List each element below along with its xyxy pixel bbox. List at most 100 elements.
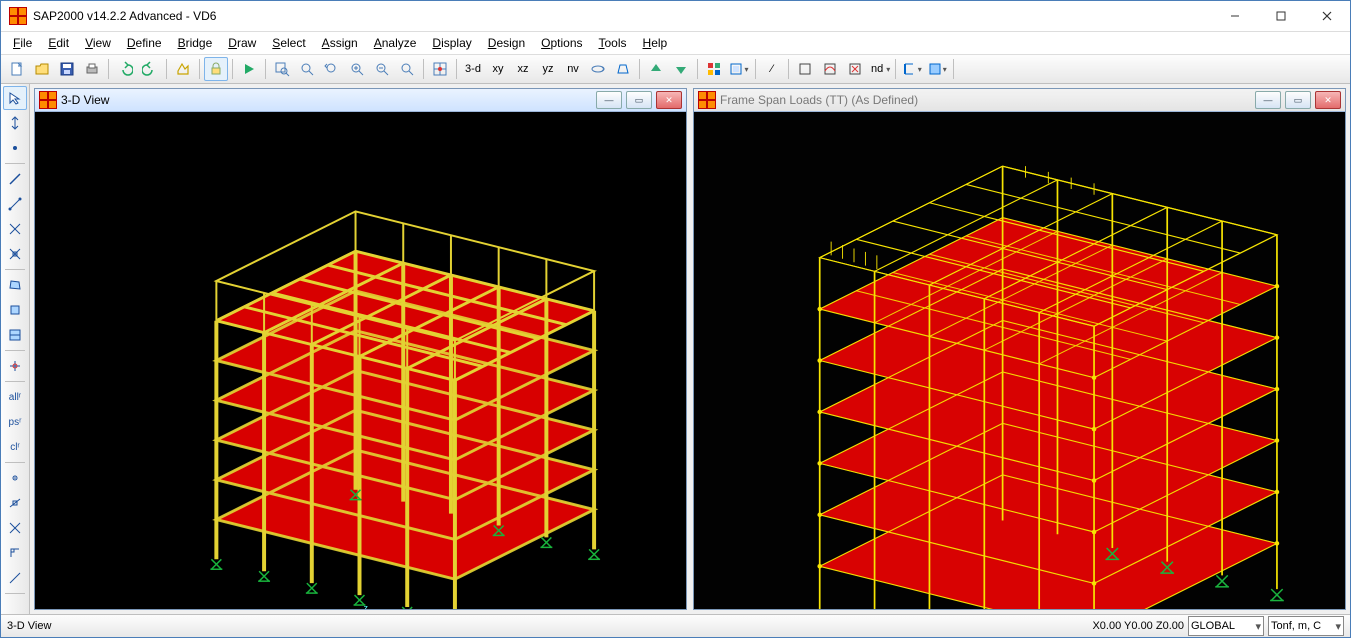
- pane-span-loads-header[interactable]: Frame Span Loads (TT) (As Defined) — ▭ ✕: [694, 89, 1345, 112]
- menu-design[interactable]: Design: [480, 34, 533, 52]
- draw-frame-tool[interactable]: [3, 167, 27, 191]
- view-yz-button[interactable]: yz: [536, 57, 560, 81]
- menu-define[interactable]: Define: [119, 34, 170, 52]
- pane-3d-view: 3-D View — ▭ ✕: [34, 88, 687, 610]
- svg-text:z: z: [363, 603, 368, 609]
- menu-bridge[interactable]: Bridge: [170, 34, 221, 52]
- draw-special-joint-tool[interactable]: [3, 136, 27, 160]
- model-3d-render: x y z: [35, 112, 686, 609]
- application-window: SAP2000 v14.2.2 Advanced - VD6 File Edit…: [0, 0, 1351, 638]
- status-coordinates: X0.00 Y0.00 Z0.00: [1092, 620, 1184, 632]
- menu-assign[interactable]: Assign: [314, 34, 366, 52]
- undo-button[interactable]: [113, 57, 137, 81]
- section-cut-dropdown[interactable]: [900, 57, 924, 81]
- snap-perpendicular-button[interactable]: [3, 541, 27, 565]
- move-up-button[interactable]: [644, 57, 668, 81]
- pane-3d-view-title: 3-D View: [61, 93, 109, 107]
- menu-display[interactable]: Display: [424, 34, 479, 52]
- menu-file[interactable]: File: [5, 34, 40, 52]
- work-area: allʳ psʳ clʳ 3-D View — ▭ ✕: [1, 84, 1350, 614]
- view-xz-button[interactable]: xz: [511, 57, 535, 81]
- units-dropdown[interactable]: Tonf, m, C: [1268, 616, 1344, 636]
- element-shrink-button[interactable]: [702, 57, 726, 81]
- named-view-dropdown[interactable]: nd: [868, 57, 891, 81]
- coord-system-dropdown[interactable]: GLOBAL: [1188, 616, 1264, 636]
- pane-minimize-button[interactable]: —: [1255, 91, 1281, 109]
- menu-tools[interactable]: Tools: [591, 34, 635, 52]
- draw-toolbar: allʳ psʳ clʳ: [1, 84, 30, 614]
- pane-icon: [698, 91, 716, 109]
- previous-selection-button[interactable]: psʳ: [3, 410, 27, 434]
- menubar: File Edit View Define Bridge Draw Select…: [1, 32, 1350, 55]
- snap-line-button[interactable]: [3, 566, 27, 590]
- app-icon: [9, 7, 27, 25]
- pane-minimize-button[interactable]: —: [596, 91, 622, 109]
- viewport-span-loads[interactable]: [694, 112, 1345, 609]
- snap-point-button[interactable]: [3, 466, 27, 490]
- menu-options[interactable]: Options: [533, 34, 590, 52]
- run-analysis-button[interactable]: [237, 57, 261, 81]
- snap-intersection-button[interactable]: [3, 516, 27, 540]
- zoom-full-button[interactable]: [295, 57, 319, 81]
- new-file-button[interactable]: [5, 57, 29, 81]
- quick-draw-secondary-beam-tool[interactable]: [3, 242, 27, 266]
- show-moment-button[interactable]: [818, 57, 842, 81]
- zoom-previous-button[interactable]: [320, 57, 344, 81]
- assign-display-dropdown[interactable]: [925, 57, 949, 81]
- draw-rect-area-tool[interactable]: [3, 298, 27, 322]
- reshape-tool[interactable]: [3, 111, 27, 135]
- window-minimize-button[interactable]: [1212, 1, 1258, 31]
- main-toolbar: 3-d xy xz yz nv ⁄ nd: [1, 55, 1350, 84]
- rotate-3d-button[interactable]: [586, 57, 610, 81]
- menu-help[interactable]: Help: [635, 34, 676, 52]
- menu-draw[interactable]: Draw: [220, 34, 264, 52]
- menu-view[interactable]: View: [77, 34, 119, 52]
- select-all-button[interactable]: allʳ: [3, 385, 27, 409]
- pane-close-button[interactable]: ✕: [656, 91, 682, 109]
- lock-model-button[interactable]: [204, 57, 228, 81]
- menu-analyze[interactable]: Analyze: [366, 34, 425, 52]
- snap-tool[interactable]: [3, 354, 27, 378]
- refresh-view-button[interactable]: [171, 57, 195, 81]
- view-3d-button[interactable]: 3-d: [461, 57, 485, 81]
- quick-draw-area-tool[interactable]: [3, 323, 27, 347]
- zoom-out-button[interactable]: [370, 57, 394, 81]
- object-shrink-dropdown[interactable]: [727, 57, 751, 81]
- save-button[interactable]: [55, 57, 79, 81]
- zoom-in-button[interactable]: [345, 57, 369, 81]
- loads-render: [694, 112, 1345, 609]
- menu-select[interactable]: Select: [264, 34, 313, 52]
- clear-selection-button[interactable]: clʳ: [3, 435, 27, 459]
- pane-maximize-button[interactable]: ▭: [1285, 91, 1311, 109]
- titlebar: SAP2000 v14.2.2 Advanced - VD6: [1, 1, 1350, 32]
- pane-icon: [39, 91, 57, 109]
- show-shear-button[interactable]: [843, 57, 867, 81]
- pane-span-loads-title: Frame Span Loads (TT) (As Defined): [720, 93, 918, 107]
- fraction-display-button[interactable]: ⁄: [760, 57, 784, 81]
- pane-maximize-button[interactable]: ▭: [626, 91, 652, 109]
- perspective-button[interactable]: [611, 57, 635, 81]
- view-nv-button[interactable]: nv: [561, 57, 585, 81]
- window-maximize-button[interactable]: [1258, 1, 1304, 31]
- viewport-3d[interactable]: x y z: [35, 112, 686, 609]
- pointer-tool[interactable]: [3, 86, 27, 110]
- status-left-text: 3-D View: [7, 620, 51, 632]
- print-button[interactable]: [80, 57, 104, 81]
- redo-button[interactable]: [138, 57, 162, 81]
- show-frame-button[interactable]: [793, 57, 817, 81]
- draw-poly-area-tool[interactable]: [3, 273, 27, 297]
- open-file-button[interactable]: [30, 57, 54, 81]
- status-bar: 3-D View X0.00 Y0.00 Z0.00 GLOBAL Tonf, …: [1, 614, 1350, 637]
- pane-3d-view-header[interactable]: 3-D View — ▭ ✕: [35, 89, 686, 112]
- menu-edit[interactable]: Edit: [40, 34, 77, 52]
- pan-button[interactable]: [395, 57, 419, 81]
- pane-close-button[interactable]: ✕: [1315, 91, 1341, 109]
- quick-draw-brace-tool[interactable]: [3, 217, 27, 241]
- view-xy-button[interactable]: xy: [486, 57, 510, 81]
- quick-draw-frame-tool[interactable]: [3, 192, 27, 216]
- move-down-button[interactable]: [669, 57, 693, 81]
- window-close-button[interactable]: [1304, 1, 1350, 31]
- set-display-options-button[interactable]: [428, 57, 452, 81]
- snap-midpoint-button[interactable]: [3, 491, 27, 515]
- zoom-window-button[interactable]: [270, 57, 294, 81]
